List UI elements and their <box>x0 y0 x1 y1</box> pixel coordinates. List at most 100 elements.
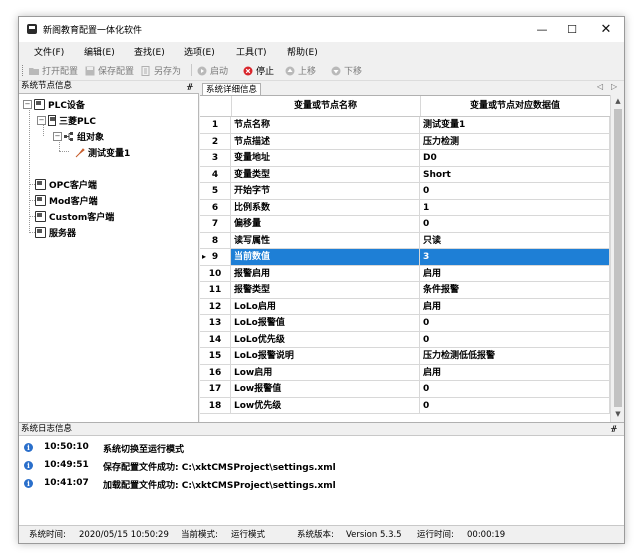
variable-name-cell[interactable]: 报警类型 <box>231 282 420 299</box>
variable-value-cell[interactable]: Short <box>420 166 610 183</box>
grid-row[interactable]: 6 比例系数 1 <box>200 199 610 216</box>
tree-node-server[interactable]: 服务器 <box>35 226 76 239</box>
open-config-button[interactable]: 打开配置 <box>29 64 78 77</box>
variable-name-cell[interactable]: 比例系数 <box>231 199 420 216</box>
grid-row[interactable]: 15 LoLo报警说明 压力检测低低报警 <box>200 348 610 365</box>
row-index-cell[interactable]: 3 <box>200 150 231 167</box>
tree-node-custom-client[interactable]: Custom客户端 <box>35 210 114 223</box>
variable-name-cell[interactable]: LoLo优先级 <box>231 331 420 348</box>
move-down-button[interactable]: 下移 <box>331 64 362 77</box>
tree-node-test-variable[interactable]: 测试变量1 <box>75 146 130 159</box>
row-index-cell[interactable]: 13 <box>200 315 231 332</box>
column-header-value[interactable]: 变量或节点对应数据值 <box>420 96 610 116</box>
grid-vertical-scrollbar[interactable]: ▲ ▼ <box>610 95 624 422</box>
tree-node-mitsubishi-plc[interactable]: − 三菱PLC <box>37 114 96 127</box>
variable-name-cell[interactable]: 变量类型 <box>231 166 420 183</box>
grid-row[interactable]: 14 LoLo优先级 0 <box>200 331 610 348</box>
variable-value-cell[interactable]: D0 <box>420 150 610 167</box>
variable-value-cell[interactable]: 0 <box>420 216 610 233</box>
grid-row[interactable]: 4 变量类型 Short <box>200 166 610 183</box>
row-index-cell[interactable]: 5 <box>200 183 231 200</box>
variable-name-cell[interactable]: 读写属性 <box>231 232 420 249</box>
menu-help[interactable]: 帮助(E) <box>287 45 318 58</box>
tab-scroll-right-icon[interactable]: ▷ <box>611 82 617 91</box>
start-button[interactable]: 启动 <box>197 64 228 77</box>
pin-icon[interactable]: ᚌ <box>187 81 193 92</box>
move-up-button[interactable]: 上移 <box>285 64 316 77</box>
stop-button[interactable]: 停止 <box>243 64 274 77</box>
grid-row[interactable]: 3 变量地址 D0 <box>200 150 610 167</box>
grid-row[interactable]: 8 读写属性 只读 <box>200 232 610 249</box>
variable-value-cell[interactable]: 3 <box>420 249 610 266</box>
variable-value-cell[interactable]: 0 <box>420 331 610 348</box>
variable-name-cell[interactable]: 节点描述 <box>231 133 420 150</box>
row-index-cell[interactable]: 14 <box>200 331 231 348</box>
variable-name-cell[interactable]: Low报警值 <box>231 381 420 398</box>
variable-value-cell[interactable]: 只读 <box>420 232 610 249</box>
variable-name-cell[interactable]: Low优先级 <box>231 397 420 414</box>
grid-row[interactable]: 10 报警启用 启用 <box>200 265 610 282</box>
menu-tools[interactable]: 工具(T) <box>236 45 267 58</box>
collapse-icon[interactable]: − <box>53 132 62 141</box>
row-index-cell[interactable]: 6 <box>200 199 231 216</box>
tree-node-group[interactable]: − 组对象 <box>53 130 104 143</box>
row-index-cell[interactable]: 7 <box>200 216 231 233</box>
scroll-up-icon[interactable]: ▲ <box>611 97 624 105</box>
row-index-cell[interactable]: 16 <box>200 364 231 381</box>
variable-name-cell[interactable]: Low启用 <box>231 364 420 381</box>
row-index-cell[interactable]: 10 <box>200 265 231 282</box>
tree-node-opc-client[interactable]: OPC客户端 <box>35 178 97 191</box>
variable-value-cell[interactable]: 启用 <box>420 298 610 315</box>
variable-value-cell[interactable]: 0 <box>420 381 610 398</box>
row-index-cell[interactable]: 18 <box>200 397 231 414</box>
variable-name-cell[interactable]: LoLo启用 <box>231 298 420 315</box>
row-index-cell[interactable]: 4 <box>200 166 231 183</box>
menu-file[interactable]: 文件(F) <box>34 45 64 58</box>
variable-value-cell[interactable]: 启用 <box>420 364 610 381</box>
menu-edit[interactable]: 编辑(E) <box>84 45 115 58</box>
grid-row[interactable]: 11 报警类型 条件报警 <box>200 282 610 299</box>
row-index-cell[interactable]: 15 <box>200 348 231 365</box>
menu-find[interactable]: 查找(E) <box>134 45 165 58</box>
variable-value-cell[interactable]: 测试变量1 <box>420 117 610 134</box>
variable-name-cell[interactable]: 当前数值 <box>231 249 420 266</box>
variable-name-cell[interactable]: 节点名称 <box>231 117 420 134</box>
tab-scroll-left-icon[interactable]: ◁ <box>597 82 603 91</box>
variable-value-cell[interactable]: 压力检测 <box>420 133 610 150</box>
variable-name-cell[interactable]: 偏移量 <box>231 216 420 233</box>
tree-node-mod-client[interactable]: Mod客户端 <box>35 194 98 207</box>
variable-value-cell[interactable]: 1 <box>420 199 610 216</box>
pin-icon[interactable]: ᚌ <box>611 423 617 434</box>
row-index-cell[interactable]: 2 <box>200 133 231 150</box>
variable-value-cell[interactable]: 压力检测低低报警 <box>420 348 610 365</box>
scroll-thumb[interactable] <box>614 109 622 407</box>
row-index-cell[interactable]: 11 <box>200 282 231 299</box>
row-index-cell[interactable]: 17 <box>200 381 231 398</box>
variable-name-cell[interactable]: 开始字节 <box>231 183 420 200</box>
close-button[interactable]: ✕ <box>591 17 621 42</box>
variable-name-cell[interactable]: LoLo报警说明 <box>231 348 420 365</box>
variable-name-cell[interactable]: 变量地址 <box>231 150 420 167</box>
minimize-button[interactable]: — <box>527 17 557 42</box>
row-index-cell[interactable]: 8 <box>200 232 231 249</box>
variable-value-cell[interactable]: 0 <box>420 183 610 200</box>
grid-row[interactable]: 1 节点名称 测试变量1 <box>200 117 610 134</box>
variable-value-cell[interactable]: 0 <box>420 315 610 332</box>
save-as-button[interactable]: 另存为 <box>141 64 181 77</box>
grid-row[interactable]: 12 LoLo启用 启用 <box>200 298 610 315</box>
row-index-cell[interactable]: 12 <box>200 298 231 315</box>
grid-row[interactable]: 7 偏移量 0 <box>200 216 610 233</box>
variable-value-cell[interactable]: 0 <box>420 397 610 414</box>
tree-node-plc-device[interactable]: − PLC设备 <box>23 98 85 111</box>
row-index-cell[interactable]: 1 <box>200 117 231 134</box>
grid-row[interactable]: 13 LoLo报警值 0 <box>200 315 610 332</box>
grid-row[interactable]: 17 Low报警值 0 <box>200 381 610 398</box>
maximize-button[interactable]: ☐ <box>557 17 587 42</box>
scroll-down-icon[interactable]: ▼ <box>611 410 624 418</box>
menu-options[interactable]: 选项(E) <box>184 45 215 58</box>
collapse-icon[interactable]: − <box>23 100 32 109</box>
variable-value-cell[interactable]: 条件报警 <box>420 282 610 299</box>
variable-name-cell[interactable]: 报警启用 <box>231 265 420 282</box>
collapse-icon[interactable]: − <box>37 116 46 125</box>
grid-row[interactable]: 2 节点描述 压力检测 <box>200 133 610 150</box>
